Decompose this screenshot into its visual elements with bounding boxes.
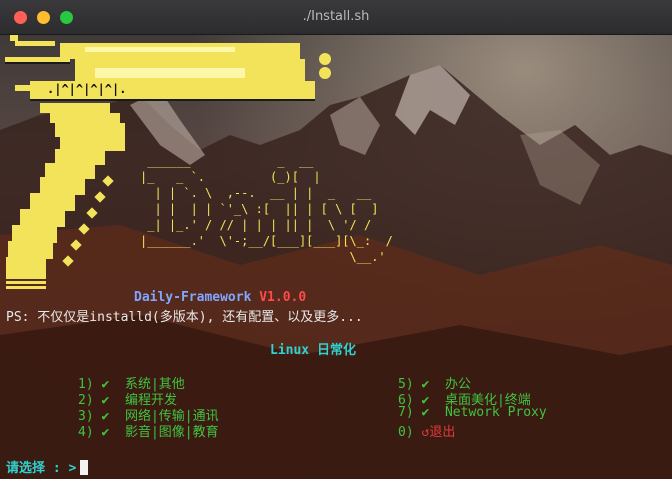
- menu-number: 0): [398, 425, 414, 440]
- daily-ascii-logo: ______ _ __ |_ _ `. (_)[ | | | `. \ ,--.…: [140, 153, 393, 265]
- ascii-line: | | | | `'_\ :[ || | [ \ [ ]: [140, 202, 379, 216]
- menu-number: 7): [398, 405, 414, 420]
- menu-label: 影音|图像|教育: [124, 425, 219, 440]
- brand-line: Daily-Framework V1.0.0: [134, 290, 306, 305]
- text-cursor: [80, 460, 89, 475]
- check-icon: ✔: [101, 425, 110, 440]
- ascii-line: \__.': [140, 250, 386, 264]
- menu-title: Linux 日常化: [270, 343, 356, 358]
- terminal-content[interactable]: .|^|^|^|^|. ______ _ __ |_ _ `. (_)[ | |…: [0, 35, 672, 479]
- ascii-line: |_ _ `. (_)[ |: [140, 170, 321, 184]
- ascii-line: ______ _ __: [140, 154, 314, 168]
- tagline: PS: 不仅仅是installd(多版本), 还有配置、以及更多...: [6, 310, 363, 325]
- menu-item-4[interactable]: 4) ✔ 影音|图像|教育: [78, 421, 219, 440]
- gun-barrel-text: .|^|^|^|^|.: [47, 82, 127, 96]
- brand-name: Daily-Framework: [134, 290, 252, 305]
- input-prompt[interactable]: 请选择 : >: [6, 457, 89, 476]
- brand-version: V1.0.0: [259, 290, 307, 305]
- menu-item-exit[interactable]: 0) ↺退出: [398, 421, 455, 440]
- ascii-line: | | `. \ ,--. __ | | _ __: [140, 186, 372, 200]
- ascii-line: _| |_.' / // | | | || | \ '/ /: [140, 218, 372, 232]
- window-title: ./Install.sh: [302, 9, 370, 24]
- menu-label: Network Proxy: [444, 405, 547, 420]
- check-icon: ✔: [421, 405, 430, 420]
- menu-label: 退出: [429, 425, 456, 440]
- prompt-text: 请选择 : >: [6, 461, 77, 476]
- ascii-line: |______.' \'-;__/[___][___][\_: /: [140, 234, 393, 248]
- terminal-window: ./Install.sh .|^|^|^|^|. ______ _ __ |_ …: [0, 0, 672, 479]
- title-bar[interactable]: ./Install.sh: [0, 0, 672, 35]
- menu-number: 4): [78, 425, 94, 440]
- menu-item-7[interactable]: 7) ✔ Network Proxy: [398, 405, 547, 420]
